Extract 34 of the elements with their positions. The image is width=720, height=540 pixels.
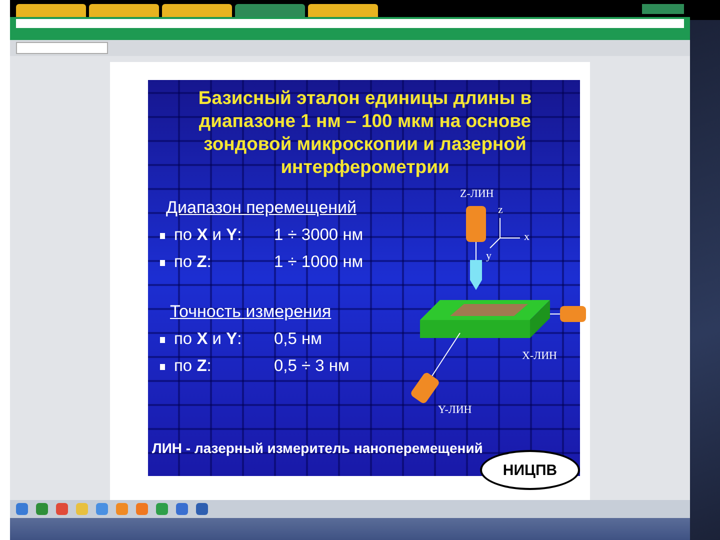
taskbar-icon[interactable] <box>96 503 108 515</box>
section-heading: Диапазон перемещений <box>166 198 358 218</box>
taskbar-icon[interactable] <box>156 503 168 515</box>
diagram-label: X-ЛИН <box>522 350 557 362</box>
slide-title: Базисный эталон единицы длины в диапазоне 1 нм – 100 мкм на основе зондовой микроскопии и лазерной интерферометрии <box>197 86 533 178</box>
taskbar-icon[interactable] <box>136 503 148 515</box>
item-value: 1 ÷ 3000 нм <box>274 226 364 245</box>
item-value: 0,5 ÷ 3 нм <box>274 357 350 376</box>
taskbar-icon[interactable] <box>196 503 208 515</box>
axis-label: x <box>524 231 530 243</box>
section-heading: Точность измерения <box>170 302 332 322</box>
address-field[interactable] <box>16 19 684 28</box>
bullet-icon <box>160 260 165 266</box>
diagram-label: Y-ЛИН <box>438 404 472 416</box>
bullet-icon <box>160 336 165 342</box>
axes-drawing <box>490 218 520 248</box>
item-label: по Z: <box>174 253 212 272</box>
taskbar-icon[interactable] <box>176 503 188 515</box>
bullet-icon <box>160 364 165 370</box>
item-label: по Z: <box>174 357 212 376</box>
taskbar-icon[interactable] <box>36 503 48 515</box>
item-label: по X и Y: <box>174 226 243 245</box>
axis-label: y <box>486 250 492 262</box>
item-value: 1 ÷ 1000 нм <box>274 253 364 272</box>
taskbar-icon[interactable] <box>56 503 68 515</box>
taskbar-icon[interactable] <box>16 503 28 515</box>
laser-sensor-drawing <box>550 306 586 322</box>
diagram-label: Z-ЛИН <box>460 188 494 200</box>
bullet-icon <box>160 232 165 238</box>
search-field[interactable] <box>16 42 108 54</box>
item-label: по X и Y: <box>174 330 243 349</box>
window-controls[interactable] <box>642 4 684 14</box>
item-value: 0,5 нм <box>274 330 323 349</box>
axis-label: z <box>498 204 503 216</box>
